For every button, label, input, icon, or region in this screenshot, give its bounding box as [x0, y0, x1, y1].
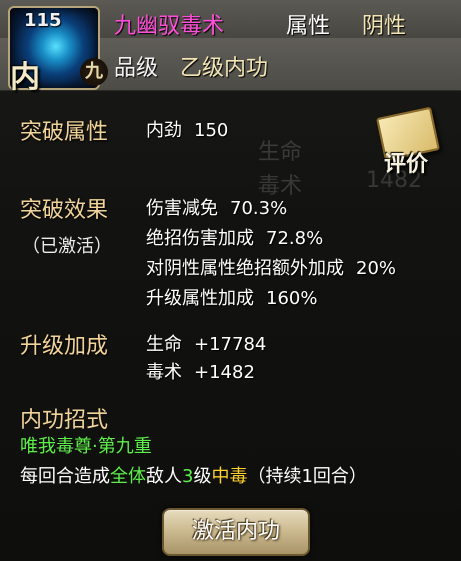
desc-duration: （持续1回合） [247, 466, 367, 487]
effect-label: 绝招伤害加成 [146, 228, 254, 249]
header: 115 内 九 九幽驭毒术 属性 阴性 品级 乙级内功 [0, 0, 461, 95]
effect-value: 72.8% [266, 228, 324, 249]
bonus-value: +1482 [194, 362, 255, 383]
effect-row: 伤害减免 70.3% [146, 194, 287, 220]
skill-detail-panel: 115 内 九 九幽驭毒术 属性 阴性 品级 乙级内功 生命 毒术 1482 突… [0, 0, 461, 561]
effect-row: 绝招伤害加成 72.8% [146, 224, 323, 250]
attribute-value: 阴性 [362, 14, 407, 39]
internal-tag: 内 [10, 60, 40, 95]
desc-status: 中毒 [211, 466, 248, 487]
review-label: 评价 [384, 151, 429, 177]
desc-text: 敌人 [146, 466, 182, 487]
effect-value: 20% [356, 258, 397, 279]
bonus-label: 生命 [146, 334, 182, 355]
upgrade-bonus-title: 升级加成 [20, 334, 109, 359]
skill-orb-icon[interactable]: 115 内 九 [8, 6, 108, 95]
activate-skill-button[interactable]: 激活内功 [162, 508, 310, 556]
effect-label: 对阴性属性绝招额外加成 [146, 258, 344, 279]
desc-level: 3 [182, 466, 194, 487]
skill-name: 九幽驭毒术 [114, 14, 225, 39]
rank-tag: 九 [80, 58, 108, 86]
activated-status: （已激活） [22, 236, 112, 257]
breakthrough-attr-value: 150 [194, 120, 229, 141]
effect-row: 升级属性加成 160% [146, 284, 317, 310]
ghost-hp-label: 生命 [258, 140, 303, 165]
effect-value: 70.3% [230, 198, 288, 219]
technique-title: 内功招式 [20, 408, 109, 433]
breakthrough-attr-stat: 内劲 [146, 120, 182, 141]
effect-label: 伤害减免 [146, 198, 218, 219]
effect-row: 对阴性属性绝招额外加成 20% [146, 254, 396, 280]
effect-value: 160% [266, 288, 318, 309]
grade-value: 乙级内功 [180, 56, 269, 81]
attribute-label: 属性 [286, 14, 331, 39]
grade-label: 品级 [114, 56, 159, 81]
desc-text: 级 [193, 466, 212, 487]
technique-description: 每回合造成全体敌人3级中毒（持续1回合） [20, 462, 367, 488]
breakthrough-attr-row: 内劲 150 [146, 116, 228, 142]
breakthrough-effect-title: 突破效果 [20, 198, 109, 223]
bonus-row: 生命 +17784 [146, 330, 266, 356]
bonus-label: 毒术 [146, 362, 182, 383]
bonus-row: 毒术 +1482 [146, 358, 255, 384]
bonus-value: +17784 [194, 334, 267, 355]
desc-text: 每回合造成 [20, 466, 110, 487]
technique-name: 唯我毒尊·第九重 [20, 436, 152, 457]
effect-label: 升级属性加成 [146, 288, 254, 309]
desc-target: 全体 [110, 466, 146, 487]
skill-level: 115 [24, 10, 62, 31]
review-button[interactable]: 评价 [374, 106, 444, 177]
breakthrough-attr-title: 突破属性 [20, 120, 109, 145]
